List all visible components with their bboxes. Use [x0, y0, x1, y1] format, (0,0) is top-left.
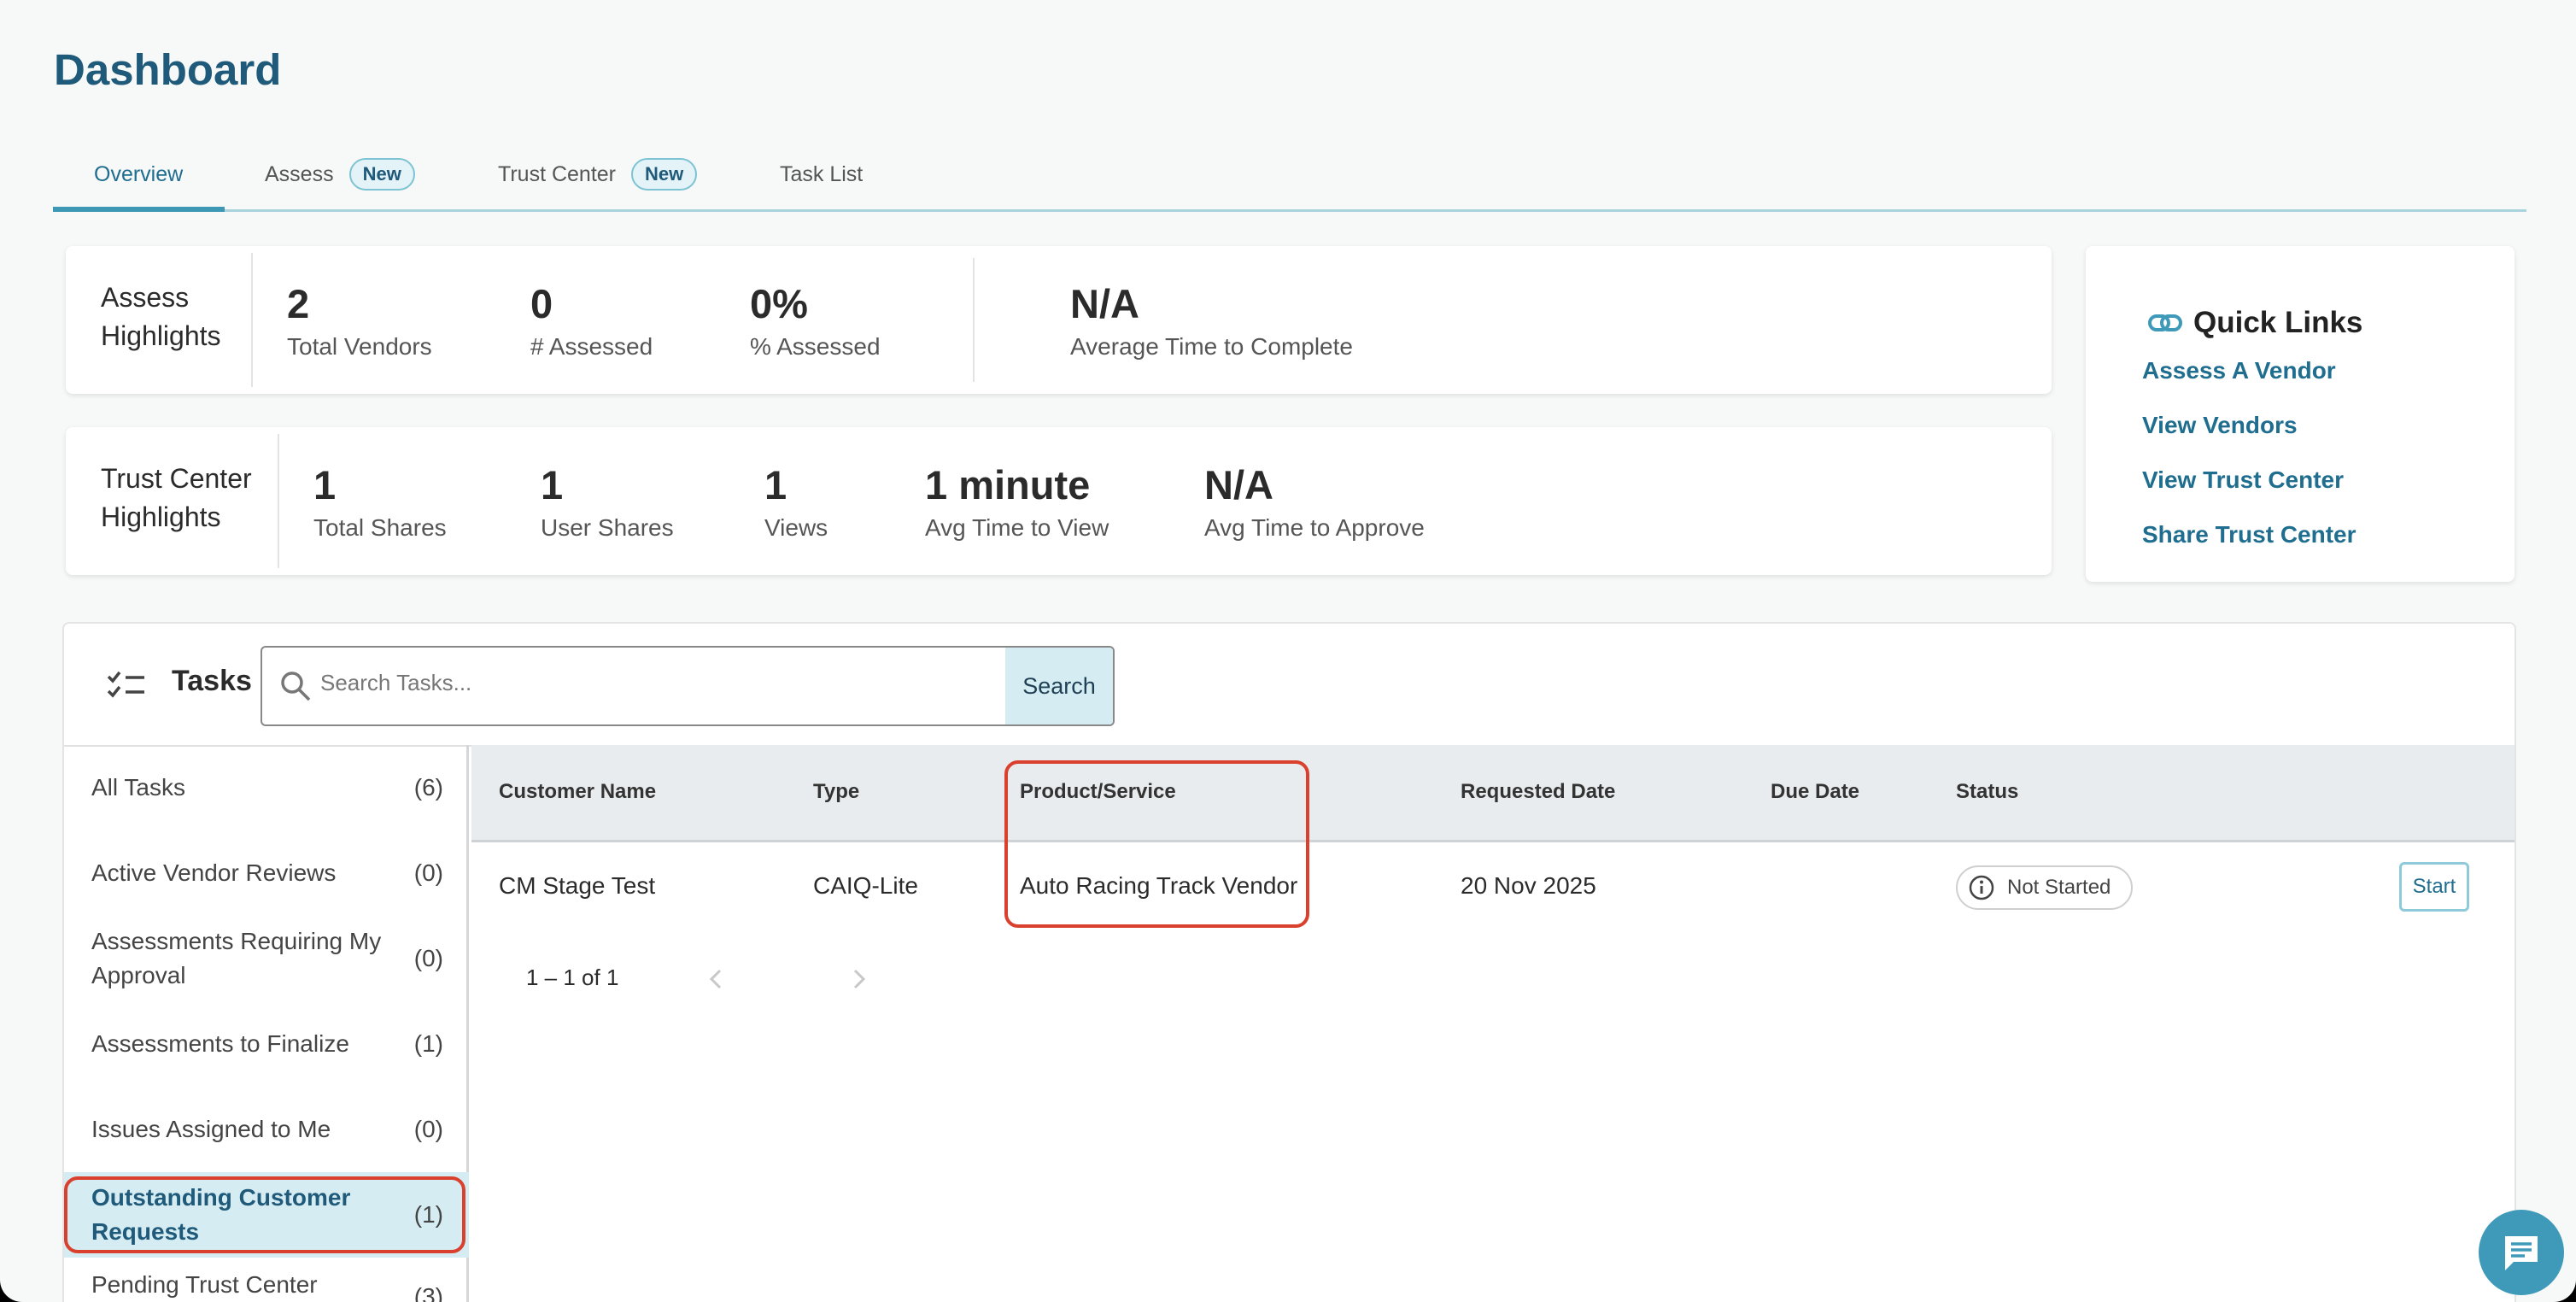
view-trust-center-link[interactable]: View Trust Center	[2142, 466, 2344, 494]
new-badge: New	[631, 158, 698, 191]
sidebar-item-count: (0)	[413, 945, 443, 971]
divider	[251, 253, 253, 387]
active-tab-indicator	[53, 207, 225, 212]
assess-highlights-label: Assess Highlights	[101, 282, 221, 351]
info-icon	[1968, 874, 1995, 901]
task-search-input[interactable]: Search Tasks...	[320, 670, 471, 696]
app-frame: Dashboard Overview Assess New Trust Cent…	[0, 0, 2576, 1302]
checklist-icon	[107, 670, 146, 703]
avg-time-view-label: Avg Time to View	[925, 514, 1109, 541]
search-icon	[279, 670, 312, 707]
highlight-product-service-box	[1004, 760, 1309, 928]
assessed-count-value: 0	[530, 281, 553, 326]
highlight-outstanding-requests-box	[64, 1176, 465, 1253]
divider	[973, 258, 975, 382]
user-shares-value: 1	[541, 462, 564, 507]
column-header-customer-name[interactable]: Customer Name	[499, 780, 656, 804]
cell-type: CAIQ-Lite	[813, 872, 918, 899]
tab-overview-label: Overview	[94, 161, 184, 186]
column-header-requested-date[interactable]: Requested Date	[1461, 780, 1615, 804]
total-vendors-label: Total Vendors	[287, 333, 432, 360]
sidebar-item-active-vendor-reviews[interactable]: Active Vendor Reviews (0)	[64, 830, 469, 916]
tab-assess-label: Assess	[265, 161, 334, 186]
sidebar-item-issues-assigned[interactable]: Issues Assigned to Me (0)	[64, 1087, 469, 1172]
new-badge: New	[348, 158, 415, 191]
status-badge: Not Started	[1956, 865, 2134, 910]
divider	[278, 434, 279, 568]
quick-links-card: Quick Links Assess A Vendor View Vendors…	[2086, 246, 2515, 582]
sidebar-item-label: Issues Assigned to Me	[91, 1116, 331, 1142]
column-header-due-date[interactable]: Due Date	[1771, 780, 1859, 804]
start-button[interactable]: Start	[2399, 862, 2469, 912]
quick-links-title: Quick Links	[2193, 306, 2363, 339]
views-label: Views	[764, 514, 828, 541]
chat-button[interactable]	[2479, 1210, 2564, 1295]
page-title: Dashboard	[54, 45, 282, 94]
sidebar-item-all-tasks[interactable]: All Tasks (6)	[64, 745, 469, 830]
avg-time-approve-value: N/A	[1204, 462, 1273, 507]
cell-requested-date: 20 Nov 2025	[1461, 872, 1596, 899]
tab-trust-center[interactable]: Trust Center New	[498, 137, 698, 212]
sidebar-item-pending-trust-center[interactable]: Pending Trust Center (3)	[64, 1258, 469, 1302]
tasks-title: Tasks	[172, 665, 252, 697]
sidebar-item-label: Pending Trust Center	[91, 1271, 318, 1298]
total-shares-label: Total Shares	[313, 514, 447, 541]
sidebar-item-label: Assessments to Finalize	[91, 1030, 349, 1057]
assess-highlights-card: Assess Highlights 2 Total Vendors 0 # As…	[66, 246, 2052, 394]
user-shares-label: User Shares	[541, 514, 674, 541]
cell-customer-name: CM Stage Test	[499, 872, 656, 899]
sidebar-item-count: (6)	[413, 774, 443, 801]
trust-center-highlights-label: Trust Center Highlights	[101, 463, 252, 532]
avg-time-complete-value: N/A	[1070, 281, 1139, 326]
sidebar-item-label: All Tasks	[91, 774, 185, 801]
avg-time-complete-label: Average Time to Complete	[1070, 333, 1353, 360]
chevron-left-icon[interactable]	[706, 964, 727, 999]
total-shares-value: 1	[313, 462, 337, 507]
chevron-right-icon[interactable]	[848, 964, 869, 999]
share-trust-center-link[interactable]: Share Trust Center	[2142, 521, 2356, 548]
status-label: Not Started	[2007, 876, 2111, 899]
pagination-range: 1 – 1 of 1	[526, 965, 619, 990]
column-header-type[interactable]: Type	[813, 780, 859, 804]
chat-icon	[2500, 1231, 2543, 1274]
tab-task-list[interactable]: Task List	[780, 137, 863, 212]
trust-center-highlights-card: Trust Center Highlights 1 Total Shares 1…	[66, 427, 2052, 575]
sidebar-item-count: (0)	[413, 859, 443, 886]
tab-assess[interactable]: Assess New	[265, 137, 415, 212]
view-vendors-link[interactable]: View Vendors	[2142, 412, 2298, 439]
tab-task-list-label: Task List	[780, 161, 864, 186]
sidebar-item-label: Assessments Requiring My Approval	[91, 928, 382, 988]
search-button[interactable]: Search	[1005, 648, 1113, 724]
assessed-percent-label: % Assessed	[750, 333, 881, 360]
task-search-box: Search Tasks... Search	[261, 646, 1115, 726]
sidebar-item-count: (0)	[413, 1116, 443, 1142]
total-vendors-value: 2	[287, 281, 310, 326]
tab-bar: Overview Assess New Trust Center New Tas…	[53, 137, 2526, 212]
assess-vendor-link[interactable]: Assess A Vendor	[2142, 357, 2336, 384]
assessed-percent-value: 0%	[750, 281, 808, 326]
tab-overview[interactable]: Overview	[94, 137, 183, 212]
column-header-status[interactable]: Status	[1956, 780, 2018, 804]
views-value: 1	[764, 462, 787, 507]
assessed-count-label: # Assessed	[530, 333, 653, 360]
link-icon	[2147, 311, 2183, 335]
avg-time-view-value: 1 minute	[925, 462, 1091, 507]
tab-trust-center-label: Trust Center	[498, 161, 617, 186]
quick-links-heading: Quick Links	[2147, 306, 2362, 340]
sidebar-item-assessments-requiring-approval[interactable]: Assessments Requiring My Approval (0)	[64, 916, 469, 1001]
sidebar-item-count: (3)	[413, 1283, 443, 1302]
sidebar-item-label: Active Vendor Reviews	[91, 859, 337, 886]
tasks-table-header: Customer Name Type Product/Service Reque…	[471, 745, 2515, 842]
sidebar-item-assessments-to-finalize[interactable]: Assessments to Finalize (1)	[64, 1001, 469, 1087]
sidebar-item-count: (1)	[413, 1030, 443, 1057]
avg-time-approve-label: Avg Time to Approve	[1204, 514, 1425, 541]
